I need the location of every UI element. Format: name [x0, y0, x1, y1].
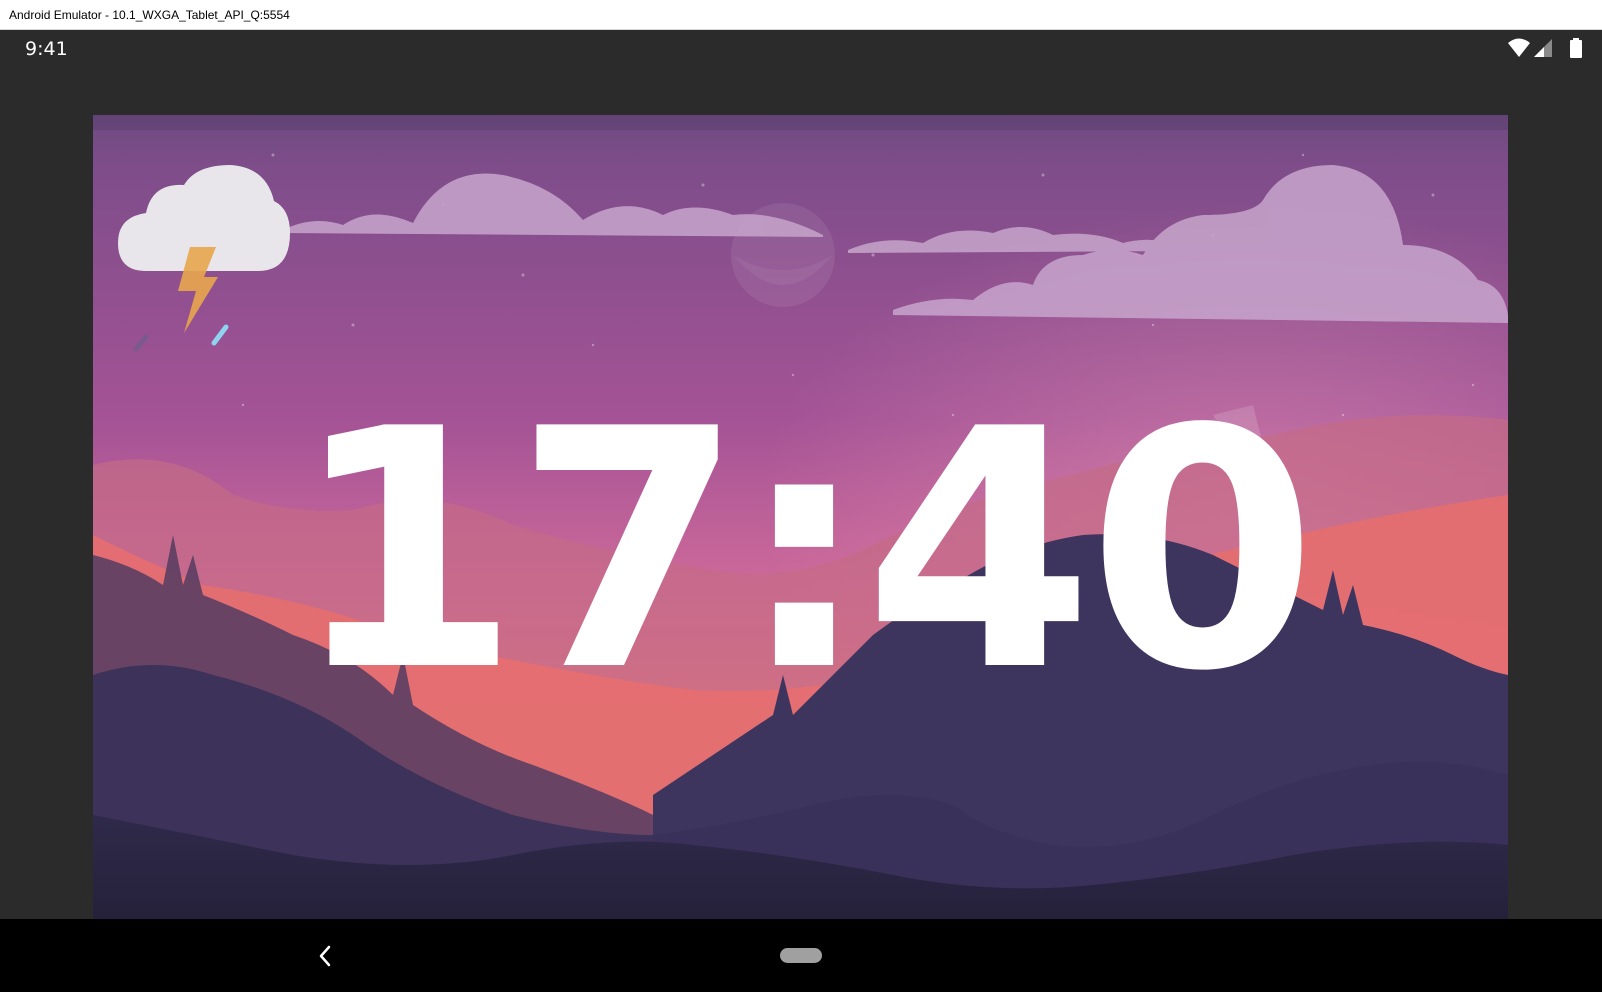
clock-display: 17:40: [290, 359, 1317, 743]
window-title: Android Emulator - 10.1_WXGA_Tablet_API_…: [9, 8, 290, 22]
back-chevron-icon: [319, 945, 331, 967]
app-screen: 17:40: [0, 65, 1602, 984]
thunderstorm-icon: [118, 165, 290, 352]
wifi-icon: [1508, 38, 1530, 57]
home-button[interactable]: [780, 948, 822, 963]
battery-icon: [1570, 38, 1582, 58]
android-navigation-bar: [0, 919, 1602, 992]
cellular-signal-icon: [1534, 39, 1552, 57]
android-status-bar: 9:41: [0, 30, 1602, 65]
status-time: 9:41: [25, 38, 68, 60]
emulator-window-titlebar[interactable]: Android Emulator - 10.1_WXGA_Tablet_API_…: [0, 0, 1602, 30]
back-button[interactable]: [310, 941, 340, 971]
